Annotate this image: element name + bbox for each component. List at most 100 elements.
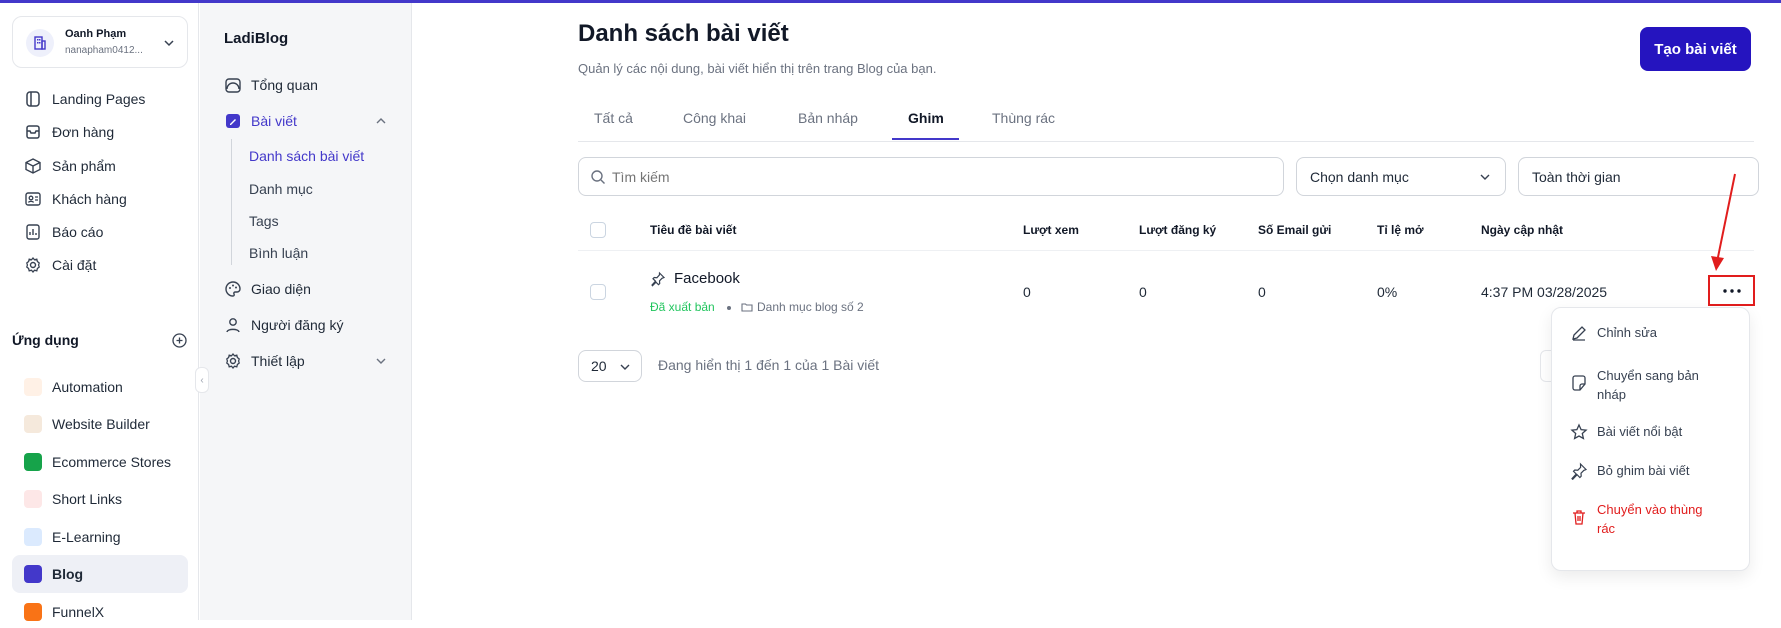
app-e-learning[interactable]: E-Learning (12, 521, 188, 553)
active-tab-indicator (892, 138, 959, 140)
search-icon (591, 169, 605, 184)
link-icon (24, 490, 42, 508)
app-automation[interactable]: Automation (12, 371, 188, 403)
nav-landing-pages[interactable]: Landing Pages (12, 83, 188, 115)
category-select-value: Chọn danh mục (1310, 168, 1409, 185)
menu-move-to-draft[interactable]: Chuyển sang bản nháp (1570, 366, 1720, 404)
nav-reports[interactable]: Báo cáo (12, 216, 188, 248)
draft-icon (1572, 375, 1586, 391)
add-app-icon[interactable] (172, 333, 187, 353)
search-input[interactable] (612, 168, 1252, 185)
column-header-emails: Số Email gửi (1258, 223, 1332, 237)
nav-orders[interactable]: Đơn hàng (12, 116, 188, 148)
page-size-select[interactable]: 20 (578, 350, 642, 382)
tab-trash[interactable]: Thùng rác (992, 110, 1055, 126)
lightning-icon (24, 378, 42, 396)
trash-icon (1573, 510, 1585, 525)
apps-section-title: Ứng dụng (12, 332, 79, 348)
row-checkbox[interactable] (590, 284, 606, 300)
page-title: Danh sách bài viết (578, 20, 789, 47)
row-more-actions-button[interactable] (1708, 275, 1755, 306)
chevron-down-icon (163, 36, 175, 54)
nav-settings[interactable]: Cài đặt (12, 249, 188, 281)
tab-public[interactable]: Công khai (683, 110, 746, 126)
column-header-updated: Ngày cập nhật (1481, 223, 1564, 237)
main-sidebar: Oanh Phạm nanapham0412... Landing Pages … (0, 3, 199, 621)
chevron-up-icon (376, 118, 386, 124)
menu-feature-post[interactable]: Bài viết nổi bật (1570, 422, 1740, 441)
nav-customers[interactable]: Khách hàng (12, 183, 188, 215)
menu-unpin-post[interactable]: Bỏ ghim bài viết (1570, 461, 1740, 480)
sub-nav-label: Tổng quan (251, 77, 318, 93)
gear-icon (26, 256, 40, 274)
blog-brand: LadiBlog (224, 30, 289, 47)
orders-icon (26, 125, 40, 139)
column-header-signups: Lượt đăng ký (1139, 223, 1217, 237)
cell-views: 0 (1023, 284, 1031, 300)
category-select[interactable]: Chọn danh mục (1296, 157, 1506, 196)
app-label: Website Builder (52, 416, 150, 432)
header-divider (578, 250, 1754, 251)
sub-nav-tags[interactable]: Tags (249, 213, 279, 229)
edit-square-icon (226, 114, 240, 128)
app-blog[interactable]: Blog (12, 555, 188, 593)
more-horizontal-icon (1722, 288, 1741, 293)
tab-pinned[interactable]: Ghim (908, 110, 944, 126)
user-icon (226, 318, 240, 333)
menu-move-to-trash[interactable]: Chuyển vào thùng rác (1570, 500, 1720, 538)
folder-icon (741, 303, 753, 312)
menu-label: Chỉnh sửa (1597, 325, 1658, 340)
sub-nav-label: Bài viết (251, 113, 297, 129)
cell-emails: 0 (1258, 284, 1266, 300)
cell-open-rate: 0% (1377, 284, 1398, 300)
sub-nav-post-list[interactable]: Danh sách bài viết (249, 148, 364, 164)
post-category: Danh mục blog số 2 (741, 300, 864, 314)
cell-updated: 4:37 PM 03/28/2025 (1481, 284, 1608, 300)
nav-label: Landing Pages (52, 91, 146, 107)
app-label: Automation (52, 379, 123, 395)
sub-nav-appearance[interactable]: Giao diện (224, 275, 396, 303)
menu-label: Chuyển sang bản nháp (1597, 368, 1699, 402)
account-switcher[interactable]: Oanh Phạm nanapham0412... (12, 16, 188, 68)
sub-nav-settings[interactable]: Thiết lập (224, 347, 396, 375)
sub-nav-posts[interactable]: Bài viết (224, 107, 396, 135)
app-ecommerce-stores[interactable]: Ecommerce Stores (12, 446, 188, 478)
sub-nav-categories[interactable]: Danh mục (249, 181, 313, 197)
time-range-value: Toàn thời gian (1532, 168, 1621, 185)
menu-label: Chuyển vào thùng rác (1597, 502, 1703, 536)
book-icon (24, 528, 42, 546)
post-title-link[interactable]: Facebook (674, 270, 740, 287)
nav-products[interactable]: Sản phẩm (12, 150, 188, 182)
palette-icon (225, 281, 241, 297)
app-funnelx[interactable]: FunnelX (12, 596, 188, 628)
sub-nav-comments[interactable]: Bình luận (249, 245, 308, 261)
post-status: Đã xuất bản (650, 300, 715, 314)
building-icon (26, 29, 54, 57)
chevron-down-icon (1480, 174, 1490, 180)
app-label: Ecommerce Stores (52, 454, 172, 470)
report-icon (26, 224, 40, 240)
collapse-sidebar-button[interactable]: ‹ (195, 367, 209, 393)
nav-label: Sản phẩm (52, 158, 116, 174)
sub-nav-tree-line (231, 139, 232, 265)
globe-icon (24, 415, 42, 433)
pencil-icon (1572, 326, 1586, 341)
app-website-builder[interactable]: Website Builder (12, 408, 188, 440)
cell-signups: 0 (1139, 284, 1147, 300)
sub-nav-overview[interactable]: Tổng quan (224, 71, 396, 99)
create-post-button[interactable]: Tạo bài viết (1640, 27, 1751, 71)
tab-all[interactable]: Tất cả (594, 110, 633, 126)
menu-edit[interactable]: Chỉnh sửa (1570, 323, 1740, 342)
annotation-arrow (1711, 173, 1736, 271)
select-all-checkbox[interactable] (590, 222, 606, 238)
store-icon (24, 453, 42, 471)
app-short-links[interactable]: Short Links (12, 483, 188, 515)
sub-nav-subscribers[interactable]: Người đăng ký (224, 311, 396, 339)
nav-label: Báo cáo (52, 224, 104, 240)
tab-drafts[interactable]: Bản nháp (798, 110, 858, 126)
search-box[interactable] (578, 157, 1284, 196)
sub-nav-label: Người đăng ký (251, 317, 344, 333)
gear-icon (226, 352, 240, 370)
customers-icon (25, 192, 41, 206)
app-label: E-Learning (52, 529, 121, 545)
